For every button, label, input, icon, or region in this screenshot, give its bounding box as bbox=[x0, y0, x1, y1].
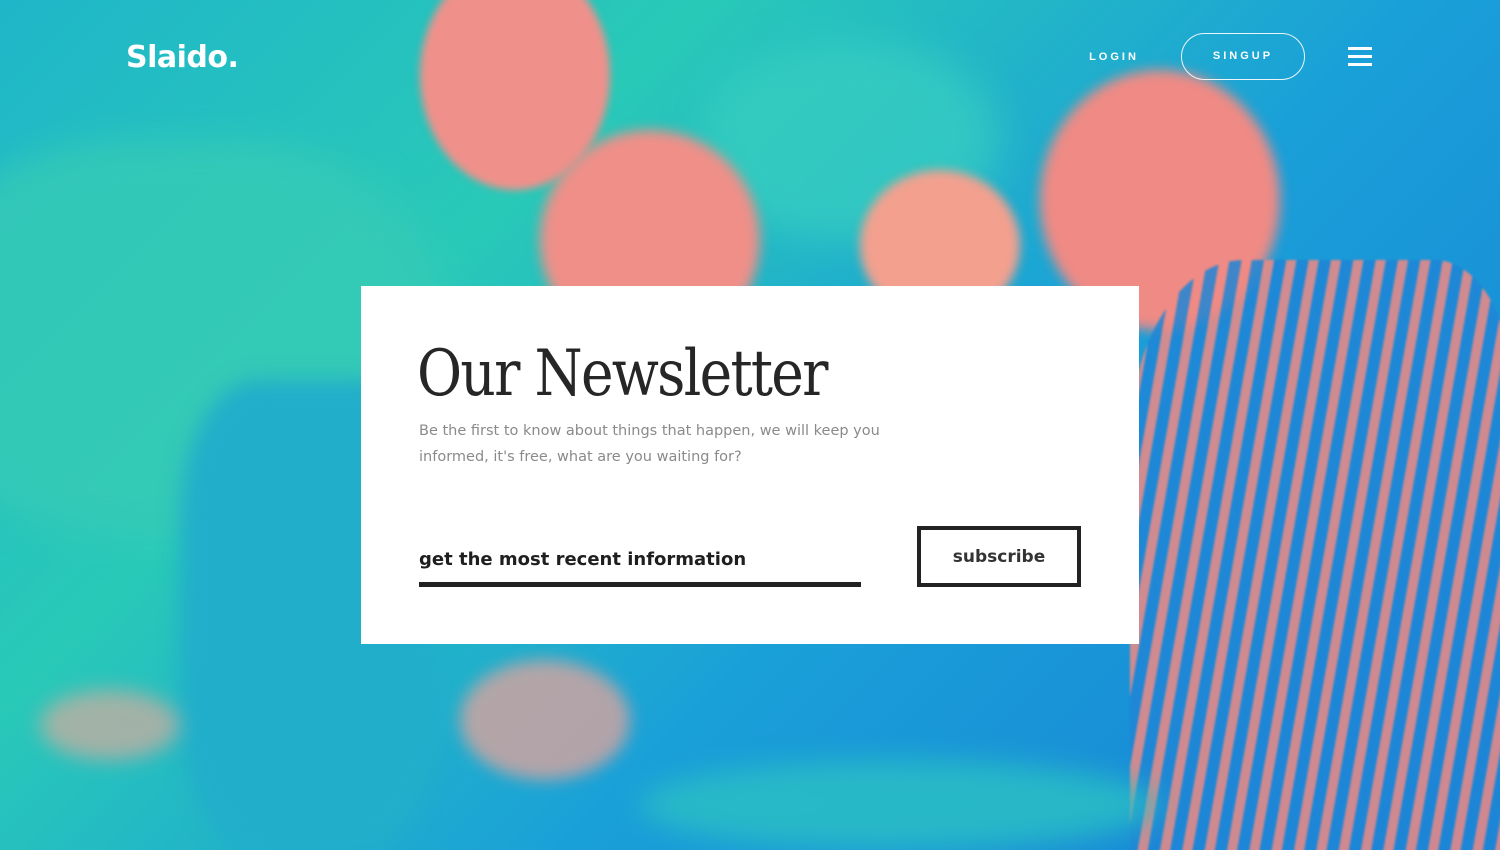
signup-button[interactable]: SINGUP bbox=[1181, 33, 1305, 80]
newsletter-card: Our Newsletter Be the first to know abou… bbox=[361, 286, 1139, 644]
menu-icon-bar bbox=[1348, 47, 1372, 50]
site-header: Slaido. LOGIN SINGUP bbox=[0, 0, 1500, 120]
hamburger-menu-icon[interactable] bbox=[1348, 47, 1372, 66]
page: Slaido. LOGIN SINGUP Our Newsletter Be t… bbox=[0, 0, 1500, 850]
menu-icon-bar bbox=[1348, 63, 1372, 66]
subscribe-button[interactable]: subscribe bbox=[917, 526, 1081, 587]
site-logo[interactable]: Slaido. bbox=[126, 40, 239, 75]
login-link[interactable]: LOGIN bbox=[1072, 44, 1156, 70]
newsletter-email-input[interactable] bbox=[419, 536, 861, 587]
newsletter-description: Be the first to know about things that h… bbox=[419, 423, 880, 465]
newsletter-title: Our Newsletter bbox=[417, 337, 828, 411]
menu-icon-bar bbox=[1348, 55, 1372, 58]
